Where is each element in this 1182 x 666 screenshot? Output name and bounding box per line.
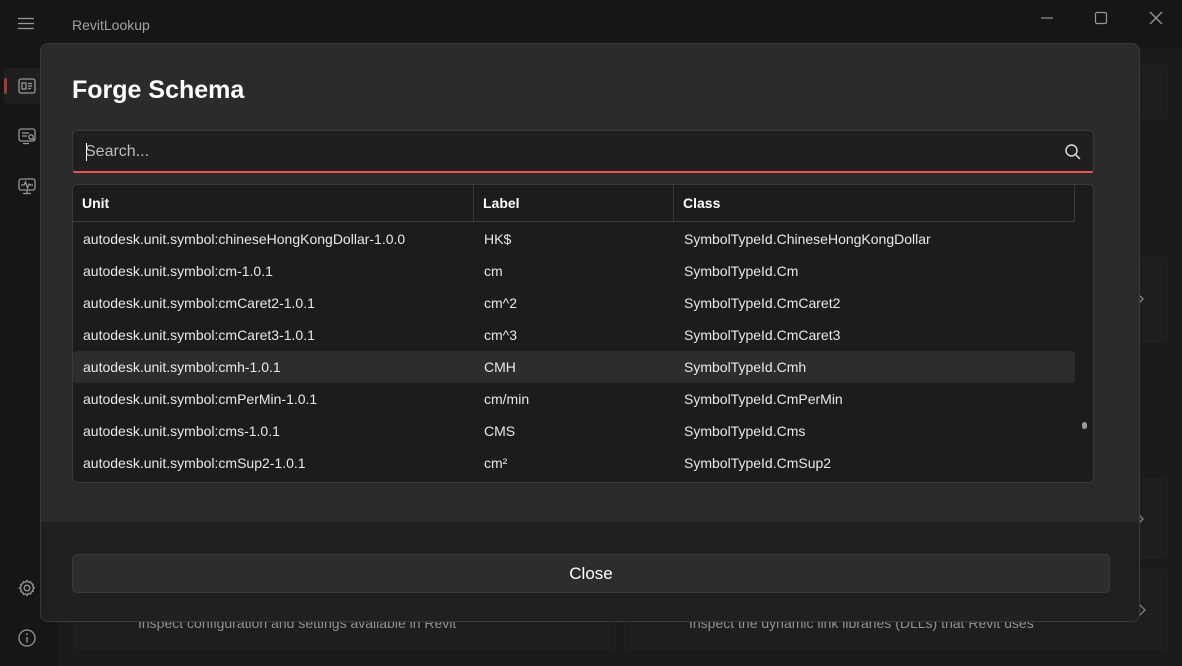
column-header-label[interactable]: Label [474, 185, 674, 221]
class-cell: SymbolTypeId.Cm [684, 263, 799, 279]
search-icon[interactable] [1063, 142, 1083, 162]
unit-cell: autodesk.unit.symbol:cmCaret3-1.0.1 [83, 327, 315, 343]
table-row[interactable]: autodesk.unit.symbol:cms-1.0.1 CMS SymbolT… [73, 415, 1075, 447]
unit-cell: autodesk.unit.symbol:cmSup2-1.0.1 [83, 455, 306, 471]
class-cell: SymbolTypeId.ChineseHongKongDollar [684, 231, 931, 247]
class-cell: SymbolTypeId.CmPerMin [684, 391, 843, 407]
search-box[interactable] [72, 130, 1094, 173]
label-cell: HK$ [484, 231, 512, 247]
class-cell: SymbolTypeId.CmCaret2 [684, 295, 841, 311]
forge-schema-dialog: Forge Schema Unit Label Class autodesk.u… [40, 43, 1140, 622]
table-row[interactable]: autodesk.unit.symbol:cmh-1.0.1 CMH SymbolT… [73, 351, 1075, 383]
units-table: Unit Label Class autodesk.unit.symbol:ch… [72, 184, 1094, 483]
focus-underline [73, 171, 1093, 173]
search-input[interactable] [85, 131, 1045, 172]
text-caret [86, 143, 87, 161]
column-header-unit[interactable]: Unit [73, 185, 474, 221]
label-cell: CMS [484, 423, 516, 439]
table-row[interactable]: autodesk.unit.symbol:cmCaret3-1.0.1 cm^3 S… [73, 319, 1075, 351]
class-cell: SymbolTypeId.CmCaret3 [684, 327, 841, 343]
column-header-class[interactable]: Class [674, 185, 1075, 221]
table-body: autodesk.unit.symbol:chineseHongKongDoll… [73, 223, 1075, 479]
unit-cell: autodesk.unit.symbol:chineseHongKongDoll… [83, 231, 406, 247]
table-row[interactable]: autodesk.unit.symbol:cmSup2-1.0.1 cm² Symb… [73, 447, 1075, 479]
class-cell: SymbolTypeId.CmSup2 [684, 455, 832, 471]
class-cell: SymbolTypeId.Cms [684, 423, 806, 439]
table-row[interactable]: autodesk.unit.symbol:chineseHongKongDoll… [73, 223, 1075, 255]
close-button[interactable]: Close [72, 554, 1110, 593]
unit-cell: autodesk.unit.symbol:cmh-1.0.1 [83, 359, 281, 375]
label-cell: cm^3 [484, 327, 518, 343]
app-window: RevitLookup Inspect configuration and se… [0, 0, 1182, 666]
table-row[interactable]: autodesk.unit.symbol:cmCaret2-1.0.1 cm^2 S… [73, 287, 1075, 319]
unit-cell: autodesk.unit.symbol:cmCaret2-1.0.1 [83, 295, 315, 311]
class-cell: SymbolTypeId.Cmh [684, 359, 807, 375]
label-cell: cm² [484, 455, 508, 471]
table-header: Unit Label Class [73, 185, 1075, 222]
table-row[interactable]: autodesk.unit.symbol:cmPerMin-1.0.1 cm/mi… [73, 383, 1075, 415]
unit-cell: autodesk.unit.symbol:cmPerMin-1.0.1 [83, 391, 318, 407]
unit-cell: autodesk.unit.symbol:cm-1.0.1 [83, 263, 273, 279]
label-cell: CMH [484, 359, 516, 375]
unit-cell: autodesk.unit.symbol:cms-1.0.1 [83, 423, 280, 439]
scrollbar-thumb[interactable] [1082, 422, 1087, 429]
table-row[interactable]: autodesk.unit.symbol:cm-1.0.1 cm SymbolTyp… [73, 255, 1075, 287]
dialog-title: Forge Schema [72, 76, 245, 104]
label-cell: cm [484, 263, 503, 279]
label-cell: cm^2 [484, 295, 518, 311]
dialog-footer: Close [41, 521, 1139, 621]
label-cell: cm/min [484, 391, 530, 407]
